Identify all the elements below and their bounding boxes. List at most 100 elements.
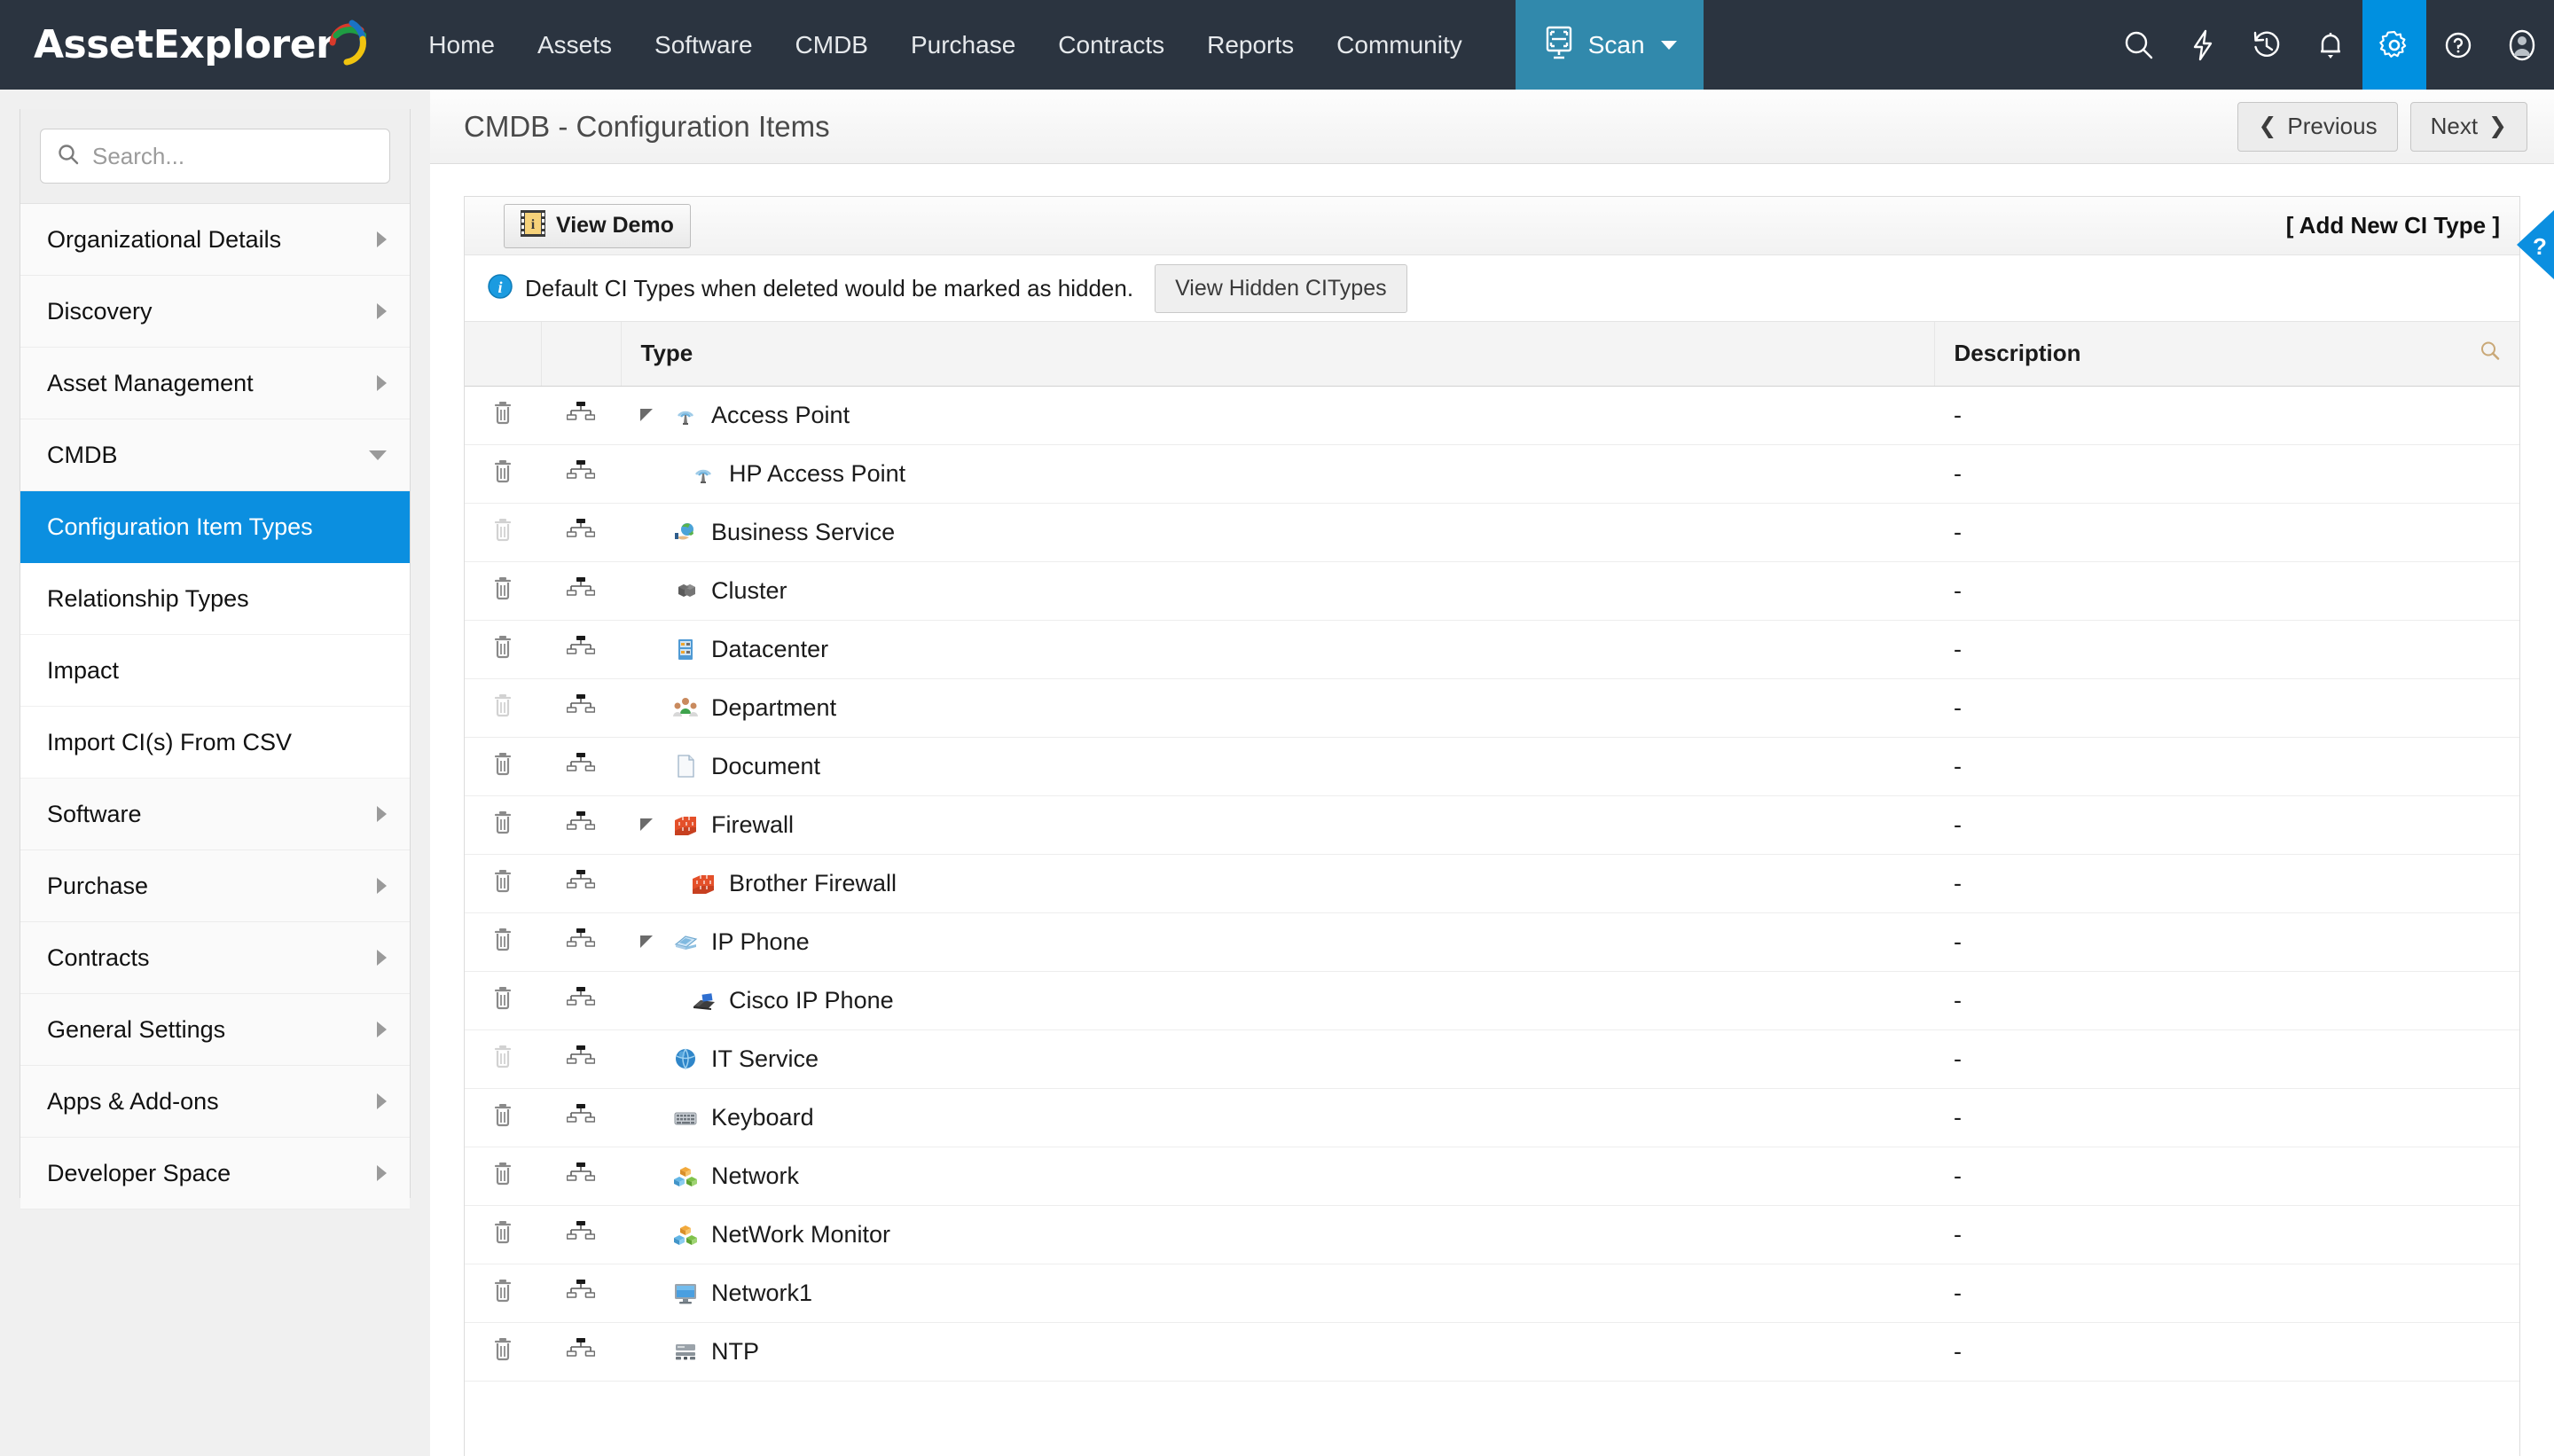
relationship-map-cell[interactable] xyxy=(541,1264,621,1322)
sidebar-item-configuration-item-types[interactable]: Configuration Item Types xyxy=(20,491,410,563)
sitemap-icon[interactable] xyxy=(567,1223,595,1249)
relationship-map-cell[interactable] xyxy=(541,1205,621,1264)
table-row[interactable]: NTP- xyxy=(465,1322,2519,1381)
ci-type-name[interactable]: Cluster xyxy=(711,577,787,605)
table-row[interactable]: IP Phone- xyxy=(465,912,2519,971)
nav-home[interactable]: Home xyxy=(407,0,516,90)
table-row[interactable]: Datacenter- xyxy=(465,620,2519,678)
sidebar-item-cmdb[interactable]: CMDB xyxy=(20,419,410,491)
table-row[interactable]: Access Point- xyxy=(465,386,2519,444)
delete-ci-type-cell[interactable] xyxy=(465,1205,541,1264)
sidebar-item-asset-management[interactable]: Asset Management xyxy=(20,348,410,419)
delete-ci-type-cell[interactable] xyxy=(465,620,541,678)
app-logo[interactable]: AssetExplorer xyxy=(0,22,407,67)
relationship-map-cell[interactable] xyxy=(541,1029,621,1088)
relationship-map-cell[interactable] xyxy=(541,386,621,444)
sitemap-icon[interactable] xyxy=(567,930,595,957)
sidebar-item-import-cis-from-csv[interactable]: Import CI(s) From CSV xyxy=(20,707,410,779)
relationship-map-cell[interactable] xyxy=(541,678,621,737)
ci-type-name[interactable]: Department xyxy=(711,694,836,722)
ci-type-name[interactable]: Datacenter xyxy=(711,636,828,663)
ci-type-name[interactable]: Network1 xyxy=(711,1280,812,1307)
sidebar-item-apps-and-add-ons[interactable]: Apps & Add-ons xyxy=(20,1066,410,1138)
ci-type-name[interactable]: Access Point xyxy=(711,402,850,429)
relationship-map-cell[interactable] xyxy=(541,737,621,795)
delete-ci-type-cell[interactable] xyxy=(465,1088,541,1147)
sitemap-icon[interactable] xyxy=(567,462,595,489)
trash-icon[interactable] xyxy=(490,1342,516,1368)
table-row[interactable]: Keyboard- xyxy=(465,1088,2519,1147)
table-row[interactable]: Brother Firewall- xyxy=(465,854,2519,912)
trash-icon[interactable] xyxy=(490,581,516,607)
sitemap-icon[interactable] xyxy=(567,696,595,723)
delete-ci-type-cell[interactable] xyxy=(465,1322,541,1381)
table-row[interactable]: IT Service- xyxy=(465,1029,2519,1088)
sitemap-icon[interactable] xyxy=(567,1047,595,1074)
trash-icon[interactable] xyxy=(490,756,516,783)
ci-type-name[interactable]: Firewall xyxy=(711,811,794,839)
ci-type-name[interactable]: IT Service xyxy=(711,1045,819,1073)
search-input[interactable] xyxy=(92,143,373,170)
flash-icon[interactable] xyxy=(2171,0,2235,90)
trash-icon[interactable] xyxy=(490,1166,516,1193)
table-row[interactable]: Business Service- xyxy=(465,503,2519,561)
relationship-map-cell[interactable] xyxy=(541,1088,621,1147)
table-row[interactable]: Document- xyxy=(465,737,2519,795)
expand-toggle[interactable] xyxy=(640,409,670,421)
nav-purchase[interactable]: Purchase xyxy=(889,0,1037,90)
sidebar-item-relationship-types[interactable]: Relationship Types xyxy=(20,563,410,635)
search-icon[interactable] xyxy=(2107,0,2171,90)
ci-type-name[interactable]: IP Phone xyxy=(711,928,810,956)
notifications-bell-icon[interactable] xyxy=(2299,0,2362,90)
delete-ci-type-cell[interactable] xyxy=(465,1147,541,1205)
nav-cmdb[interactable]: CMDB xyxy=(774,0,889,90)
relationship-map-cell[interactable] xyxy=(541,912,621,971)
ci-type-name[interactable]: Keyboard xyxy=(711,1104,814,1131)
settings-gear-icon[interactable] xyxy=(2362,0,2426,90)
relationship-map-cell[interactable] xyxy=(541,971,621,1029)
column-header-type[interactable]: Type xyxy=(621,322,1934,386)
table-row[interactable]: Cisco IP Phone- xyxy=(465,971,2519,1029)
delete-ci-type-cell[interactable] xyxy=(465,971,541,1029)
sidebar-item-developer-space[interactable]: Developer Space xyxy=(20,1138,410,1209)
relationship-map-cell[interactable] xyxy=(541,854,621,912)
table-row[interactable]: Network1- xyxy=(465,1264,2519,1322)
sitemap-icon[interactable] xyxy=(567,521,595,547)
nav-assets[interactable]: Assets xyxy=(516,0,633,90)
sitemap-icon[interactable] xyxy=(567,813,595,840)
table-row[interactable]: Cluster- xyxy=(465,561,2519,620)
sitemap-icon[interactable] xyxy=(567,1340,595,1366)
delete-ci-type-cell[interactable] xyxy=(465,1264,541,1322)
delete-ci-type-cell[interactable] xyxy=(465,386,541,444)
ci-type-name[interactable]: Cisco IP Phone xyxy=(729,987,894,1014)
trash-icon[interactable] xyxy=(490,990,516,1017)
nav-contracts[interactable]: Contracts xyxy=(1037,0,1186,90)
ci-type-name[interactable]: NTP xyxy=(711,1338,759,1366)
relationship-map-cell[interactable] xyxy=(541,561,621,620)
trash-icon[interactable] xyxy=(490,1108,516,1134)
relationship-map-cell[interactable] xyxy=(541,795,621,854)
ci-type-name[interactable]: NetWork Monitor xyxy=(711,1221,890,1249)
delete-ci-type-cell[interactable] xyxy=(465,444,541,503)
delete-ci-type-cell[interactable] xyxy=(465,912,541,971)
search-box[interactable] xyxy=(40,129,390,184)
sidebar-item-contracts[interactable]: Contracts xyxy=(20,922,410,994)
table-row[interactable]: NetWork Monitor- xyxy=(465,1205,2519,1264)
ci-type-name[interactable]: Brother Firewall xyxy=(729,870,897,897)
trash-icon[interactable] xyxy=(490,873,516,900)
relationship-map-cell[interactable] xyxy=(541,444,621,503)
delete-ci-type-cell[interactable] xyxy=(465,561,541,620)
table-row[interactable]: Department- xyxy=(465,678,2519,737)
sidebar-item-impact[interactable]: Impact xyxy=(20,635,410,707)
table-row[interactable]: HP Access Point- xyxy=(465,444,2519,503)
sitemap-icon[interactable] xyxy=(567,1281,595,1308)
sitemap-icon[interactable] xyxy=(567,872,595,898)
ci-type-name[interactable]: Network xyxy=(711,1162,799,1190)
nav-reports[interactable]: Reports xyxy=(1186,0,1315,90)
trash-icon[interactable] xyxy=(490,932,516,959)
delete-ci-type-cell[interactable] xyxy=(465,854,541,912)
trash-icon[interactable] xyxy=(490,1225,516,1251)
sitemap-icon[interactable] xyxy=(567,579,595,606)
relationship-map-cell[interactable] xyxy=(541,503,621,561)
view-demo-button[interactable]: i View Demo xyxy=(504,204,691,248)
